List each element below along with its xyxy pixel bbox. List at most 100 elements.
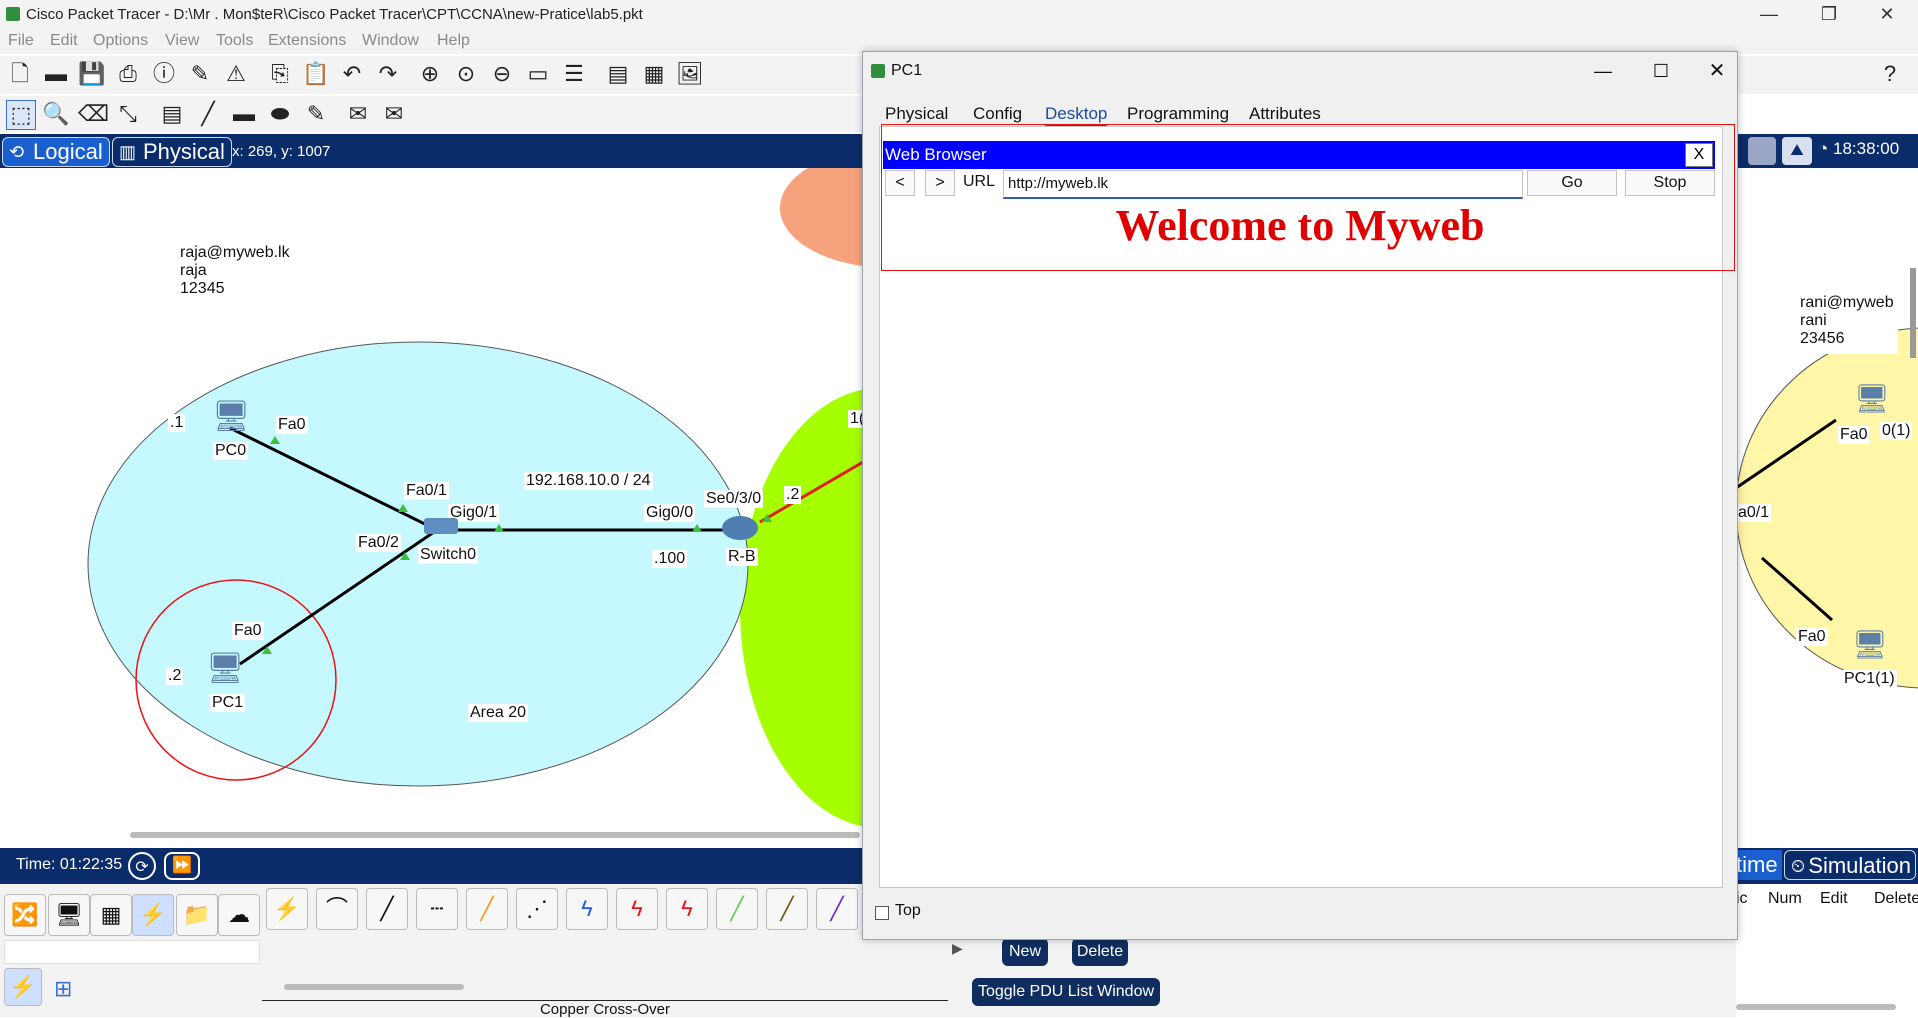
help-icon[interactable]: ? [1876,60,1904,88]
usb-cable-icon[interactable]: ╱ [816,888,858,930]
print-icon[interactable]: ⎙ [114,60,142,88]
viewport-icon[interactable] [1748,137,1776,165]
switch0-device-icon[interactable] [424,518,458,534]
simulation-button[interactable]: ⏲ Simulation [1784,850,1916,880]
network-info-icon[interactable]: ✎ [186,60,214,88]
custom-devices-icon[interactable]: ☰ [560,60,588,88]
copy-icon[interactable]: ⎘ [266,60,294,88]
device-type-panel: 🔀 🖥 ▦ ⚡ 📁 ☁ ⚡ ⊞ [0,884,262,1017]
draw-line-icon[interactable]: ╱ [194,100,222,128]
vertical-scrollbar[interactable] [1910,268,1916,358]
delete-icon[interactable]: ⌫ [78,100,109,128]
console-cable-icon[interactable]: ⌒ [316,888,358,930]
copper-cross-icon[interactable]: ┄ [416,888,458,930]
pdu-play-icon[interactable]: ▶ [952,940,963,957]
horizontal-scrollbar[interactable] [130,832,860,838]
switch-fa01-label: Fa0/1 [404,482,449,500]
undo-icon[interactable]: ↶ [338,60,366,88]
menu-window[interactable]: Window [362,32,419,50]
auto-connection-icon[interactable]: ⚡ [266,888,308,930]
physical-mode-button[interactable]: ▥ Physical [112,137,232,167]
end-devices-icon[interactable]: 🖥 [48,894,90,936]
pdu-delete-button[interactable]: Delete [1072,938,1128,966]
connections-icon[interactable]: ⚡ [132,894,174,936]
zoom-reset-icon[interactable]: ⊙ [452,60,480,88]
fiber-icon[interactable]: ╱ [466,888,508,930]
save-icon[interactable]: 💾 [78,60,106,88]
tab-physical[interactable]: Physical [885,104,948,124]
pc1-1-device-icon[interactable]: 🖥 [1852,628,1888,661]
serial-dce-icon[interactable]: ϟ [616,888,658,930]
right-port-label: a0/1 [1736,504,1772,522]
device-dialog-icon[interactable]: ▦ [640,60,668,88]
device-search-box[interactable] [4,940,260,964]
logical-mode-button[interactable]: ⟲ Logical [2,137,110,167]
new-file-icon[interactable]: 🗋 [6,60,34,88]
tab-config[interactable]: Config [973,104,1022,124]
tab-programming[interactable]: Programming [1127,104,1229,124]
menu-extensions[interactable]: Extensions [268,32,346,50]
edit-toolbar: ⬚ 🔍 ⌫ ⤡ ▤ ╱ ▬ ⬬ ✎ ✉ ✉ [0,96,862,132]
menu-file[interactable]: File [8,32,34,50]
pc0-1-device-icon[interactable]: 🖥 [1854,382,1890,415]
phone-cable-icon[interactable]: ⋰ [516,888,558,930]
add-complex-pdu-icon[interactable]: ✉ [380,100,408,128]
minimize-icon[interactable]: — [1740,0,1798,28]
pdu-new-button[interactable]: New [1002,938,1048,966]
close-icon[interactable]: ✕ [1858,0,1916,28]
switch-fa02-label: Fa0/2 [356,534,401,552]
misc-icon[interactable]: 📁 [176,894,218,936]
toggle-pdu-list-button[interactable]: Toggle PDU List Window [972,978,1160,1006]
inspect-icon[interactable]: 🔍 [42,100,70,128]
open-folder-icon[interactable]: ▬ [42,60,70,88]
top-checkbox[interactable] [875,906,889,920]
image-icon[interactable]: 🖼 [676,60,704,88]
grid-icon[interactable]: ⊞ [54,976,72,1002]
network-devices-icon[interactable]: 🔀 [4,894,46,936]
components-icon[interactable]: ▦ [90,894,132,936]
pc1-device-icon[interactable]: 🖥 [206,654,244,684]
realtime-button[interactable]: time [1736,850,1782,880]
router-device-icon[interactable] [722,516,758,540]
info-icon[interactable]: ⓘ [150,60,178,88]
menu-edit[interactable]: Edit [50,32,78,50]
logical-workspace[interactable]: raja@myweb.lk raja 12345 🖥 PC0 .1 Fa0 Fa… [0,168,862,848]
drawing-palette-icon[interactable]: ▭ [524,60,552,88]
notes-icon[interactable]: ▤ [604,60,632,88]
zoom-in-icon[interactable]: ⊕ [416,60,444,88]
environment-icon[interactable]: ⛰ [1782,137,1812,165]
connection-subtype-icon[interactable]: ⚡ [4,968,42,1006]
menu-options[interactable]: Options [93,32,148,50]
select-icon[interactable]: ⬚ [6,100,36,130]
copper-straight-icon[interactable]: ╱ [366,888,408,930]
pc1-maximize-icon[interactable]: ☐ [1641,56,1681,86]
pdu-scrollbar[interactable] [1736,1004,1896,1010]
workspace-right-area[interactable]: rani@myweb rani 23456 🖥 Fa0 0(1) a0/1 Fa… [1736,168,1918,848]
menu-help[interactable]: Help [437,32,470,50]
serial-dte-icon[interactable]: ϟ [666,888,708,930]
pc1-close-icon[interactable]: ✕ [1697,56,1737,86]
octal-cable-icon[interactable]: ╱ [716,888,758,930]
coaxial-icon[interactable]: ϟ [566,888,608,930]
pc0-device-icon[interactable]: 🖥 [212,402,250,432]
iot-cable-icon[interactable]: ╱ [766,888,808,930]
activity-wizard-icon[interactable]: ⚠ [222,60,250,88]
menu-tools[interactable]: Tools [216,32,253,50]
power-cycle-icon[interactable]: ⟳ [128,852,156,880]
draw-ellipse-icon[interactable]: ⬬ [266,100,294,128]
connections-scrollbar[interactable] [284,984,464,990]
freeform-icon[interactable]: ✎ [302,100,330,128]
paste-icon[interactable]: 📋 [302,60,330,88]
zoom-out-icon[interactable]: ⊖ [488,60,516,88]
draw-rectangle-icon[interactable]: ▬ [230,100,258,128]
fast-forward-icon[interactable]: ⏩ [164,852,200,880]
resize-icon[interactable]: ⤡ [114,100,142,128]
restore-icon[interactable]: ❐ [1800,0,1858,28]
redo-icon[interactable]: ↷ [374,60,402,88]
tab-attributes[interactable]: Attributes [1249,104,1321,124]
pc1-minimize-icon[interactable]: — [1583,56,1623,86]
add-simple-pdu-icon[interactable]: ✉ [344,100,372,128]
menu-view[interactable]: View [165,32,199,50]
note-icon[interactable]: ▤ [158,100,186,128]
multiuser-icon[interactable]: ☁ [218,894,260,936]
